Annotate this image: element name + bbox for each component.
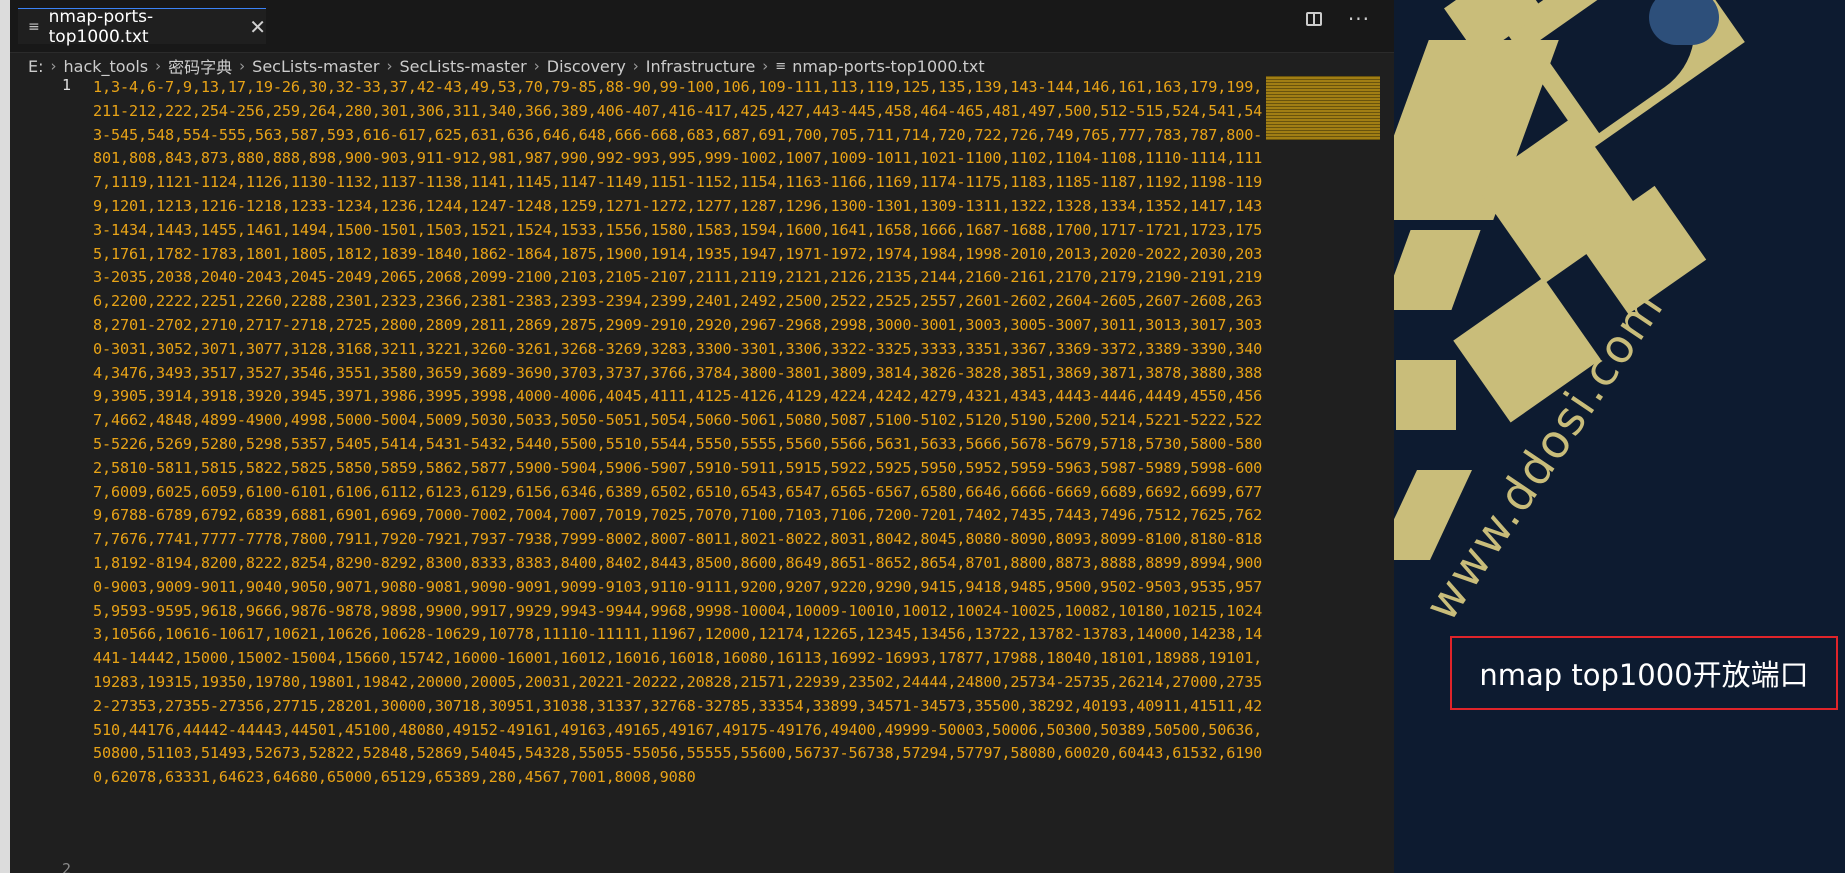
- annotation-box: nmap top1000开放端口: [1450, 636, 1838, 710]
- breadcrumb-item-dictionary[interactable]: 密码字典: [168, 54, 232, 78]
- breadcrumb-item-hack-tools[interactable]: hack_tools: [64, 57, 149, 76]
- decorative-block: [1394, 230, 1481, 310]
- minimap[interactable]: [1266, 76, 1380, 140]
- background-wallpaper: www.ddosi.com nmap top1000开放端口: [1394, 0, 1845, 873]
- close-icon[interactable]: ✕: [249, 15, 266, 39]
- split-editor-icon[interactable]: [1305, 12, 1322, 26]
- chevron-right-icon: ›: [762, 57, 769, 75]
- decorative-block: [1396, 360, 1456, 430]
- chevron-right-icon: ›: [632, 57, 639, 75]
- more-actions-icon[interactable]: ···: [1348, 9, 1370, 29]
- tab-nmap-ports-top1000[interactable]: ≡ nmap-ports-top1000.txt ✕: [18, 6, 266, 47]
- tab-label: nmap-ports-top1000.txt: [48, 6, 154, 47]
- chevron-right-icon: ›: [533, 57, 540, 75]
- breadcrumb-item-infrastructure[interactable]: Infrastructure: [646, 57, 755, 76]
- breadcrumb-item-seclists-2[interactable]: SecLists-master: [399, 57, 526, 76]
- tab-actions: ···: [1305, 9, 1370, 29]
- code-text-area[interactable]: 1,3-4,6-7,9,13,17,19-26,30,32-33,37,42-4…: [93, 76, 1263, 790]
- editor-window: ≡ nmap-ports-top1000.txt ✕ ··· E: › hack…: [10, 0, 1394, 873]
- breadcrumb-item-file[interactable]: nmap-ports-top1000.txt: [792, 57, 984, 76]
- left-desktop-strip: [0, 0, 10, 873]
- chevron-right-icon: ›: [155, 57, 162, 75]
- file-lines-icon: ≡: [28, 18, 40, 35]
- line-number: 1: [61, 76, 71, 94]
- breadcrumb-item-drive[interactable]: E:: [28, 57, 44, 76]
- breadcrumb-item-discovery[interactable]: Discovery: [547, 57, 626, 76]
- tab-bar: ≡ nmap-ports-top1000.txt ✕ ···: [10, 0, 1394, 53]
- chevron-right-icon: ›: [50, 57, 57, 75]
- file-lines-icon: ≡: [775, 58, 787, 74]
- chevron-right-icon: ›: [386, 57, 393, 75]
- chevron-right-icon: ›: [239, 57, 246, 75]
- annotation-text: nmap top1000开放端口: [1479, 658, 1809, 692]
- line-number: 2: [61, 860, 71, 873]
- decorative-block: [1649, 0, 1719, 45]
- breadcrumb-item-seclists-1[interactable]: SecLists-master: [252, 57, 379, 76]
